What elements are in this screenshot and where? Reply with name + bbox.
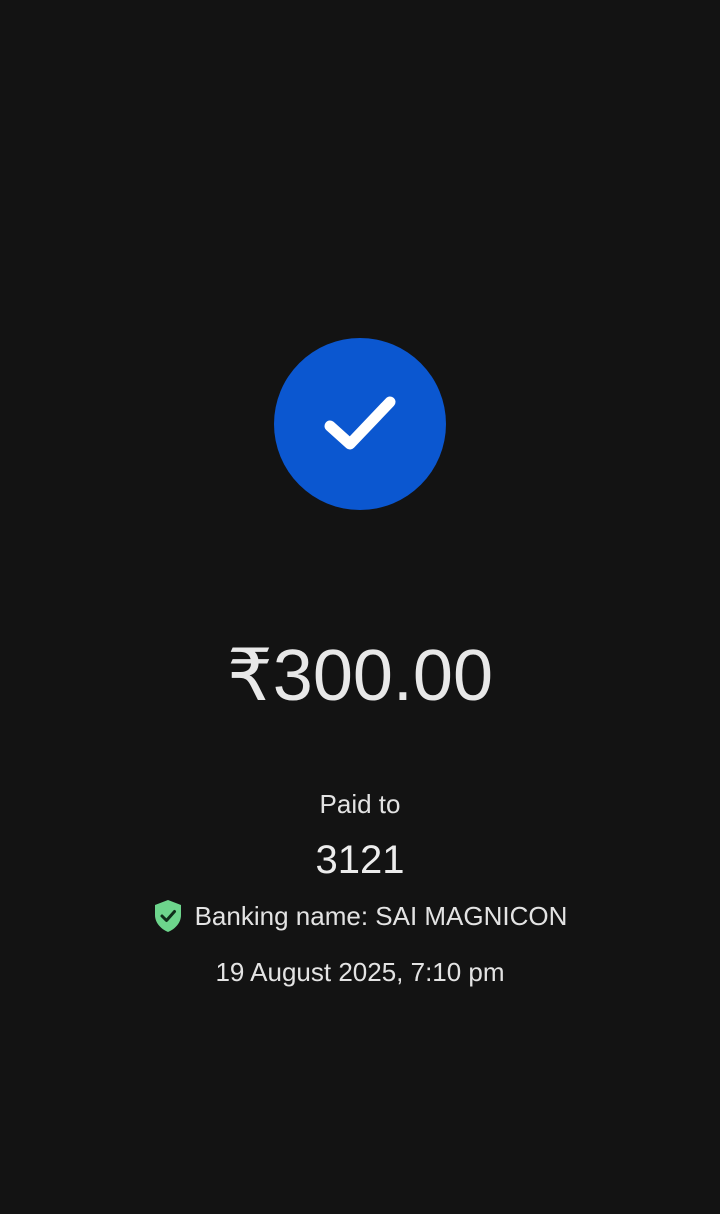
payment-success-screen: ₹300.00 Paid to 3121 Banking name: SAI M…: [0, 0, 720, 1214]
payee-name: 3121: [315, 838, 405, 882]
paid-to-label: Paid to: [319, 789, 401, 819]
success-check-badge: [274, 338, 446, 510]
banking-name-row: Banking name: SAI MAGNICON: [0, 898, 720, 934]
check-icon: [322, 386, 398, 462]
verified-shield-icon: [153, 899, 183, 933]
payment-datetime: 19 August 2025, 7:10 pm: [215, 957, 505, 987]
payment-amount: ₹300.00: [226, 636, 494, 716]
banking-name-text: Banking name: SAI MAGNICON: [194, 900, 568, 931]
